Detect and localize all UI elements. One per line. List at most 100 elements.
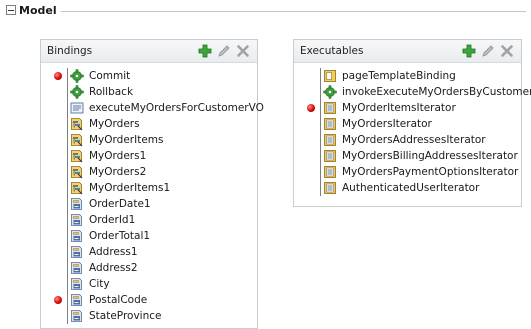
attribute-binding-icon (70, 309, 84, 323)
binding-item-label: Address1 (89, 246, 138, 258)
page-template-icon (323, 69, 337, 83)
binding-item[interactable]: MyOrderItems (68, 132, 264, 148)
binding-item-label: OrderDate1 (89, 198, 151, 210)
executable-item-label: MyOrdersPaymentOptionsIterator (342, 166, 519, 178)
section-header: Model (6, 3, 526, 17)
executable-item-label: MyOrderItemsIterator (342, 102, 456, 114)
attribute-binding-icon (70, 229, 84, 243)
binding-item[interactable]: Commit (54, 68, 264, 84)
tree-binding-icon (70, 149, 84, 163)
attribute-binding-icon (70, 245, 84, 259)
binding-item[interactable]: MyOrders (68, 116, 264, 132)
binding-item[interactable]: Address2 (68, 260, 264, 276)
binding-item-label: City (89, 278, 110, 290)
binding-item-label: OrderTotal1 (89, 230, 151, 242)
add-icon (198, 44, 212, 58)
breakpoint-icon[interactable] (54, 72, 62, 80)
attribute-binding-icon (70, 197, 84, 211)
delete-executable-button[interactable] (499, 43, 515, 59)
executable-item[interactable]: pageTemplateBinding (321, 68, 531, 84)
executable-item-label: AuthenticatedUserIterator (342, 182, 480, 194)
binding-item[interactable]: executeMyOrdersForCustomerVO (68, 100, 264, 116)
binding-item-label: Address2 (89, 262, 138, 274)
tree-binding-icon (70, 117, 84, 131)
executables-title: Executables (300, 45, 364, 57)
add-executable-button[interactable] (461, 43, 477, 59)
binding-item[interactable]: StateProvince (68, 308, 264, 324)
binding-item[interactable]: Rollback (68, 84, 264, 100)
executable-item-label: MyOrdersAddressesIterator (342, 134, 486, 146)
executable-item-label: pageTemplateBinding (342, 70, 456, 82)
executable-item[interactable]: invokeExecuteMyOrdersByCustomer (321, 84, 531, 100)
executables-toolbar (461, 43, 515, 59)
binding-item-label: OrderId1 (89, 214, 136, 226)
executables-header: Executables (294, 40, 521, 63)
gear-icon (70, 85, 84, 99)
iterator-icon (323, 133, 337, 147)
binding-item[interactable]: OrderTotal1 (68, 228, 264, 244)
edit-icon (482, 45, 494, 57)
executable-item[interactable]: MyOrdersBillingAddressesIterator (321, 148, 531, 164)
bindings-title: Bindings (47, 45, 93, 57)
section-title: Model (19, 3, 57, 17)
collapse-icon[interactable] (6, 5, 16, 15)
binding-item-label: MyOrderItems (89, 134, 164, 146)
executables-panel: Executables pageTemplateBinding invokeExe… (293, 39, 531, 207)
executable-item-label: invokeExecuteMyOrdersByCustomer (342, 86, 531, 98)
bindings-header: Bindings (41, 40, 257, 63)
binding-item-label: PostalCode (89, 294, 148, 306)
attribute-binding-icon (70, 261, 84, 275)
bindings-panel: Bindings Commit Rollback executeMyOrdersFo… (40, 39, 264, 329)
edit-executable-button[interactable] (480, 43, 496, 59)
binding-item-label: MyOrders2 (89, 166, 147, 178)
add-icon (462, 44, 476, 58)
edit-binding-button[interactable] (216, 43, 232, 59)
executable-item-label: MyOrdersIterator (342, 118, 432, 130)
binding-item-label: StateProvince (89, 310, 162, 322)
binding-item[interactable]: MyOrders2 (68, 164, 264, 180)
tree-binding-icon (70, 133, 84, 147)
iterator-icon (323, 165, 337, 179)
binding-item-label: Rollback (89, 86, 134, 98)
delete-icon (237, 45, 249, 57)
method-icon (70, 101, 84, 115)
binding-item[interactable]: MyOrders1 (68, 148, 264, 164)
binding-item-label: executeMyOrdersForCustomerVO (89, 102, 264, 114)
breakpoint-icon[interactable] (54, 296, 62, 304)
binding-item[interactable]: Address1 (68, 244, 264, 260)
executable-item-label: MyOrdersBillingAddressesIterator (342, 150, 518, 162)
gear-icon (70, 69, 84, 83)
bindings-toolbar (197, 43, 251, 59)
gear-icon (323, 85, 337, 99)
iterator-icon (323, 101, 337, 115)
binding-item-label: Commit (89, 70, 131, 82)
executable-item[interactable]: AuthenticatedUserIterator (321, 180, 531, 196)
delete-icon (501, 45, 513, 57)
executable-item[interactable]: MyOrderItemsIterator (307, 100, 531, 116)
executable-item[interactable]: MyOrdersPaymentOptionsIterator (321, 164, 531, 180)
iterator-icon (323, 181, 337, 195)
attribute-binding-icon (70, 277, 84, 291)
binding-item-label: MyOrders (89, 118, 140, 130)
binding-item-label: MyOrders1 (89, 150, 147, 162)
binding-item[interactable]: OrderDate1 (68, 196, 264, 212)
breakpoint-icon[interactable] (307, 104, 315, 112)
binding-item-label: MyOrderItems1 (89, 182, 171, 194)
binding-item[interactable]: MyOrderItems1 (68, 180, 264, 196)
section-divider (60, 10, 526, 12)
add-binding-button[interactable] (197, 43, 213, 59)
tree-binding-icon (70, 165, 84, 179)
edit-icon (218, 45, 230, 57)
binding-item[interactable]: PostalCode (54, 292, 264, 308)
tree-binding-icon (70, 181, 84, 195)
binding-item[interactable]: City (68, 276, 264, 292)
executables-list: pageTemplateBinding invokeExecuteMyOrders… (307, 68, 531, 196)
executable-item[interactable]: MyOrdersIterator (321, 116, 531, 132)
bindings-list: Commit Rollback executeMyOrdersForCustomer… (54, 68, 264, 324)
executable-item[interactable]: MyOrdersAddressesIterator (321, 132, 531, 148)
iterator-icon (323, 149, 337, 163)
delete-binding-button[interactable] (235, 43, 251, 59)
attribute-binding-icon (70, 213, 84, 227)
binding-item[interactable]: OrderId1 (68, 212, 264, 228)
iterator-icon (323, 117, 337, 131)
